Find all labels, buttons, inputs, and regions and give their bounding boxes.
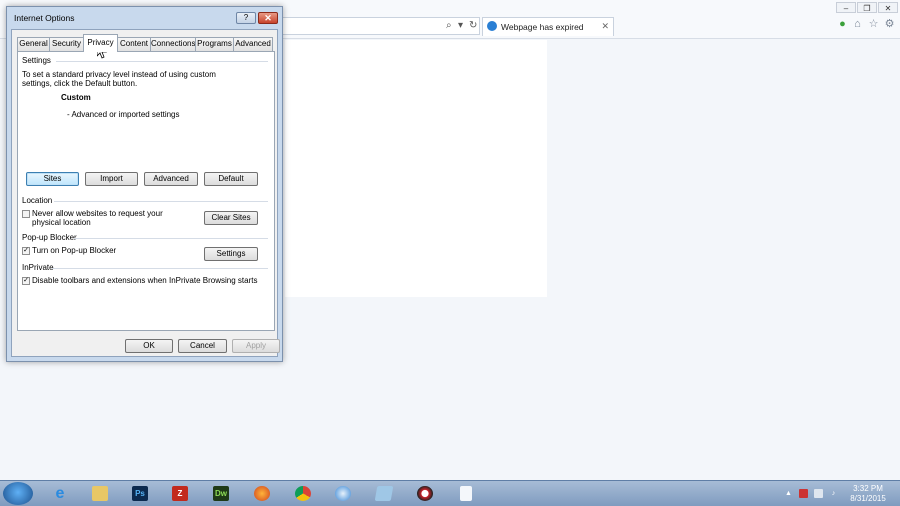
taskbar-chrome[interactable] <box>286 483 320 504</box>
popup-divider <box>74 238 268 239</box>
taskbar-app[interactable] <box>367 483 401 504</box>
apply-button[interactable]: Apply <box>232 339 280 353</box>
settings-heading: Settings <box>22 56 51 65</box>
browser-tab[interactable]: Webpage has expired ✕ <box>482 17 614 36</box>
internet-options-dialog: Internet Options ? ✕ General Security Pr… <box>6 6 283 362</box>
checkmark-icon: ✓ <box>23 247 29 254</box>
popup-settings-button[interactable]: Settings <box>204 247 258 261</box>
settings-description-line1: To set a standard privacy level instead … <box>22 70 216 79</box>
minimize-button[interactable]: – <box>836 2 856 13</box>
document-icon <box>460 486 472 501</box>
address-bar[interactable]: ⌕ ▾ ↻ <box>282 17 480 35</box>
cancel-button[interactable]: Cancel <box>178 339 227 353</box>
window-close-button[interactable]: ✕ <box>878 2 898 13</box>
privacy-level-detail: - Advanced or imported settings <box>67 110 180 119</box>
dreamweaver-icon: Dw <box>213 486 229 501</box>
inprivate-heading: InPrivate <box>22 263 54 272</box>
help-button[interactable]: ? <box>236 12 256 24</box>
dropdown-icon[interactable]: ▾ <box>458 20 463 31</box>
chrome-icon <box>295 486 311 501</box>
sites-button[interactable]: Sites <box>26 172 79 186</box>
safari-icon <box>335 486 351 501</box>
inprivate-label: Disable toolbars and extensions when InP… <box>32 276 258 285</box>
location-heading: Location <box>22 196 53 205</box>
taskbar: e Ps Z Dw ▲ ♪ 3:32 PM 8/31/2015 <box>0 480 900 506</box>
dialog-title: Internet Options <box>14 13 75 23</box>
tab-content[interactable]: Content <box>117 37 151 51</box>
never-allow-location-checkbox[interactable] <box>22 210 30 218</box>
privacy-level-name: Custom <box>61 93 91 102</box>
tab-programs[interactable]: Programs <box>195 37 234 51</box>
privacy-panel: Settings To set a standard privacy level… <box>17 51 275 331</box>
dialog-close-button[interactable]: ✕ <box>258 12 278 24</box>
taskbar-file-explorer[interactable] <box>83 483 117 504</box>
taskbar-dreamweaver[interactable]: Dw <box>204 483 238 504</box>
tab-general[interactable]: General <box>17 37 50 51</box>
never-allow-location-label-line2: physical location <box>32 218 91 227</box>
popup-blocker-checkbox[interactable]: ✓ <box>22 247 30 255</box>
tab-advanced[interactable]: Advanced <box>233 37 273 51</box>
maximize-button[interactable]: ❐ <box>857 2 877 13</box>
network-icon[interactable] <box>814 489 823 498</box>
internet-explorer-icon: e <box>55 485 65 502</box>
tab-security[interactable]: Security <box>49 37 84 51</box>
tab-close-icon[interactable]: ✕ <box>601 21 609 32</box>
photoshop-icon: Ps <box>132 486 148 501</box>
home-icon[interactable]: ⌂ <box>851 18 864 31</box>
start-button[interactable] <box>3 482 33 505</box>
filezilla-icon: Z <box>172 486 188 501</box>
clear-sites-button[interactable]: Clear Sites <box>204 211 258 225</box>
never-allow-location-label-line1: Never allow websites to request your <box>32 209 163 218</box>
advanced-button[interactable]: Advanced <box>144 172 198 186</box>
popup-blocker-heading: Pop-up Blocker <box>22 233 77 242</box>
tab-privacy[interactable]: Privacy <box>83 34 118 52</box>
show-hidden-icons-icon[interactable]: ▲ <box>784 489 793 498</box>
inprivate-divider <box>52 268 268 269</box>
taskbar-document[interactable] <box>449 483 483 504</box>
inprivate-checkbox[interactable]: ✓ <box>22 277 30 285</box>
tab-connections[interactable]: Connections <box>150 37 196 51</box>
app-icon <box>417 486 433 501</box>
settings-description-line2: settings, click the Default button. <box>22 79 138 88</box>
folder-icon <box>92 486 108 501</box>
ok-button[interactable]: OK <box>125 339 173 353</box>
clock-date[interactable]: 8/31/2015 <box>846 494 890 503</box>
taskbar-filezilla[interactable]: Z <box>163 483 197 504</box>
default-button[interactable]: Default <box>204 172 258 186</box>
tab-title: Webpage has expired <box>501 22 584 32</box>
tools-gear-icon[interactable]: ⚙ <box>883 18 896 31</box>
settings-divider <box>56 61 268 62</box>
taskbar-app[interactable] <box>408 483 442 504</box>
action-center-icon[interactable] <box>799 489 808 498</box>
favorites-star-icon[interactable]: ☆ <box>867 18 880 31</box>
webpage-content <box>285 40 547 297</box>
taskbar-safari[interactable] <box>326 483 360 504</box>
taskbar-photoshop[interactable]: Ps <box>123 483 157 504</box>
clock-time[interactable]: 3:32 PM <box>846 484 890 493</box>
volume-icon[interactable]: ♪ <box>829 489 838 498</box>
app-icon <box>374 486 394 501</box>
ie-favicon-icon <box>487 21 497 31</box>
taskbar-firefox[interactable] <box>245 483 279 504</box>
location-divider <box>54 201 268 202</box>
taskbar-internet-explorer[interactable]: e <box>43 483 77 504</box>
dialog-body: General Security Privacy Content Connect… <box>11 29 280 357</box>
compatibility-icon[interactable]: ● <box>836 18 849 31</box>
refresh-icon[interactable]: ↻ <box>469 20 477 31</box>
checkmark-icon: ✓ <box>23 277 29 284</box>
firefox-icon <box>254 486 270 501</box>
popup-blocker-label: Turn on Pop-up Blocker <box>32 246 117 255</box>
import-button[interactable]: Import <box>85 172 138 186</box>
search-icon[interactable]: ⌕ <box>446 20 452 31</box>
